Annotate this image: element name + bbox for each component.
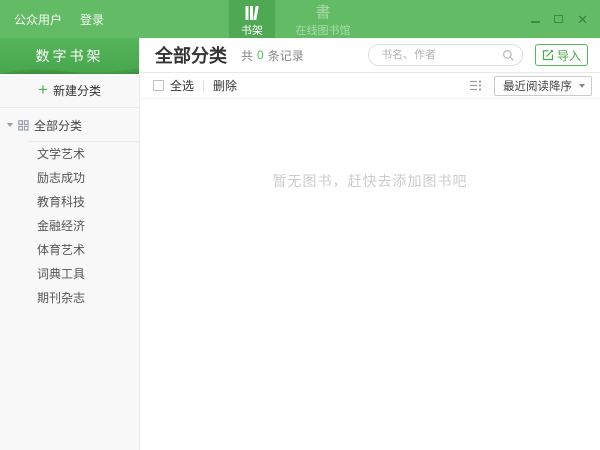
list-view-icon[interactable] — [469, 80, 482, 91]
sidebar-divider — [0, 107, 139, 108]
category-grid-icon — [18, 119, 29, 131]
record-count: 共 0 条记录 — [241, 47, 304, 64]
tree-root-label: 全部分类 — [34, 118, 83, 133]
sort-order-dropdown[interactable]: 最近阅读降序 — [494, 75, 592, 96]
tree-item-category-finance[interactable]: 金融经济 — [0, 215, 139, 238]
app-window: 公众用户 登录 书架 書 在线图书馆 ✕ 数字书架 + 新建分类 全部分类 文学… — [0, 0, 600, 450]
empty-state-message: 暂无图书，赶快去添加图书吧 — [272, 173, 468, 189]
search-input[interactable] — [368, 45, 522, 65]
tree-item-category-sports[interactable]: 体育艺术 — [0, 239, 139, 262]
record-count-prefix: 共 — [241, 48, 254, 63]
new-category-button[interactable]: + 新建分类 — [0, 74, 139, 107]
titlebar: 公众用户 登录 书架 書 在线图书馆 ✕ — [0, 0, 600, 38]
tree-item-category-inspiration[interactable]: 励志成功 — [0, 167, 139, 190]
new-category-label: 新建分类 — [52, 84, 101, 98]
page-title: 全部分类 — [155, 46, 227, 66]
plus-icon: + — [38, 80, 48, 99]
list-toolbar: 全选 删除 最近阅读降序 — [140, 73, 600, 99]
banner-wave-decoration — [0, 68, 139, 74]
sort-order-label: 最近阅读降序 — [503, 80, 572, 93]
app-title: 数字书架 — [35, 48, 104, 64]
main-panel: 全部分类 共 0 条记录 书名、作者 导入 全选 删除 最近阅读降序 暂无图书，… — [140, 38, 600, 450]
sidebar: 数字书架 + 新建分类 全部分类 文学艺术 励志成功 教育科技 金融经济 体育艺… — [0, 38, 140, 450]
record-count-value: 0 — [257, 48, 264, 62]
close-icon[interactable]: ✕ — [577, 13, 588, 26]
delete-button[interactable]: 删除 — [213, 77, 237, 94]
online-library-icon: 書 — [315, 4, 331, 21]
minimize-icon[interactable] — [531, 21, 541, 23]
import-label: 导入 — [556, 48, 581, 63]
tree-item-category-education[interactable]: 教育科技 — [0, 191, 139, 214]
app-title-banner: 数字书架 — [0, 38, 139, 74]
tree-item-category-journals[interactable]: 期刊杂志 — [0, 287, 139, 310]
main-header: 全部分类 共 0 条记录 书名、作者 导入 — [140, 38, 600, 73]
tab-online-library-label: 在线图书馆 — [295, 25, 351, 37]
tab-bookshelf-label: 书架 — [241, 25, 263, 37]
record-count-suffix: 条记录 — [267, 48, 304, 63]
search-icon[interactable] — [502, 49, 515, 62]
toolbar-divider — [203, 80, 205, 91]
tab-bookshelf[interactable]: 书架 — [229, 0, 275, 38]
import-icon — [542, 49, 554, 61]
maximize-icon[interactable] — [554, 15, 564, 23]
bookshelf-icon — [242, 5, 262, 21]
tree-divider — [28, 141, 139, 142]
dropdown-caret-icon — [579, 83, 585, 88]
select-all-label[interactable]: 全选 — [170, 77, 194, 94]
content-area: 数字书架 + 新建分类 全部分类 文学艺术 励志成功 教育科技 金融经济 体育艺… — [0, 38, 600, 450]
import-button[interactable]: 导入 — [534, 44, 588, 66]
tree-item-category-literature[interactable]: 文学艺术 — [0, 143, 139, 166]
caret-down-icon[interactable] — [7, 123, 13, 127]
search-box — [367, 44, 523, 66]
tree-item-category-dictionary[interactable]: 词典工具 — [0, 263, 139, 286]
tree-item-all-categories[interactable]: 全部分类 — [0, 114, 139, 136]
select-all-checkbox[interactable] — [153, 80, 164, 91]
main-tabs: 书架 書 在线图书馆 — [0, 0, 600, 38]
tab-online-library[interactable]: 書 在线图书馆 — [275, 0, 371, 38]
window-controls: ✕ — [531, 0, 588, 38]
